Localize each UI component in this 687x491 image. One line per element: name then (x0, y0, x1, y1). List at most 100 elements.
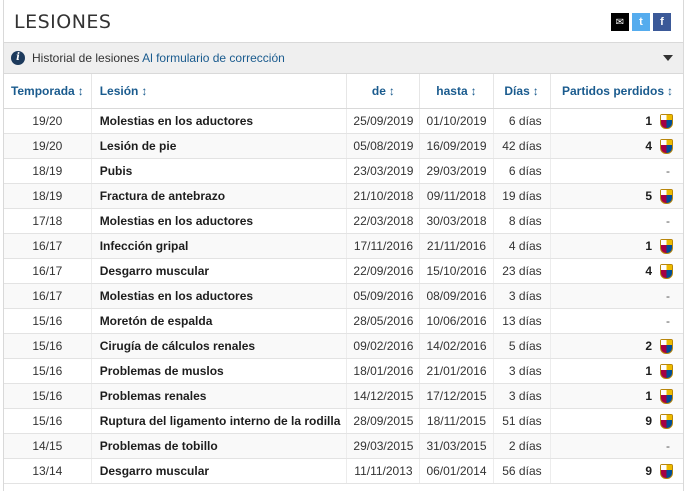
until-date-cell: 16/09/2019 (419, 133, 494, 159)
column-header-until[interactable]: hasta ↕ (419, 74, 494, 109)
games-missed-count: 4 (645, 139, 652, 153)
table-row: 15/16 Moretón de espalda 28/05/2016 10/06/2… (4, 308, 683, 334)
from-date-cell: 11/11/2013 (346, 458, 421, 484)
days-cell: 2 días (493, 433, 551, 459)
table-row: 16/17 Infección gripal 17/11/2016 21/11/201… (4, 233, 683, 259)
games-missed-count: 9 (645, 464, 652, 478)
until-date-cell: 15/10/2016 (419, 258, 494, 284)
days-cell: 4 días (493, 233, 551, 259)
table-row: 13/14 Desgarro muscular 11/11/2013 06/01/20… (4, 458, 683, 484)
from-date-cell: 17/11/2016 (346, 233, 421, 259)
games-missed-cell: - (550, 158, 683, 184)
from-date-cell: 05/09/2016 (346, 283, 421, 309)
from-date-cell: 28/09/2015 (346, 408, 421, 434)
column-header-games-missed[interactable]: Partidos perdidos ↕ (550, 74, 683, 109)
club-crest-icon[interactable] (660, 138, 673, 154)
games-missed-cell: 2 (550, 333, 683, 359)
games-missed-count: 1 (645, 239, 652, 253)
collapse-caret-icon[interactable] (663, 55, 673, 61)
from-date-cell: 28/05/2016 (346, 308, 421, 334)
injury-cell: Ruptura del ligamento interno de la rodi… (91, 408, 348, 434)
club-crest-icon[interactable] (660, 388, 673, 404)
from-date-cell: 18/01/2016 (346, 358, 421, 384)
until-date-cell: 30/03/2018 (419, 208, 494, 234)
mail-share-icon[interactable]: ✉ (611, 13, 629, 31)
injury-cell: Desgarro muscular (91, 458, 348, 484)
club-crest-icon[interactable] (660, 263, 673, 279)
panel-header: LESIONES ✉ t f (4, 0, 683, 43)
club-crest-icon[interactable] (660, 463, 673, 479)
sort-icon: ↕ (532, 84, 539, 98)
season-cell: 16/17 (4, 258, 92, 284)
info-label: Historial de lesiones (32, 51, 140, 65)
until-date-cell: 14/02/2016 (419, 333, 494, 359)
table-row: 16/17 Molestias en los aductores 05/09/201… (4, 283, 683, 309)
sort-icon: ↕ (77, 84, 84, 98)
club-crest-icon[interactable] (660, 238, 673, 254)
injury-cell: Molestias en los aductores (91, 208, 348, 234)
sort-icon: ↕ (388, 84, 395, 98)
sort-icon: ↕ (470, 84, 477, 98)
info-bar: i Historial de lesiones Al formulario de… (4, 43, 683, 74)
injury-cell: Desgarro muscular (91, 258, 348, 284)
club-crest-icon[interactable] (660, 363, 673, 379)
games-missed-cell: 1 (550, 383, 683, 409)
games-missed-count: 9 (645, 414, 652, 428)
club-crest-icon[interactable] (660, 113, 673, 129)
games-missed-cell: 1 (550, 108, 683, 134)
club-crest-icon[interactable] (660, 338, 673, 354)
until-date-cell: 21/11/2016 (419, 233, 494, 259)
days-cell: 3 días (493, 283, 551, 309)
from-date-cell: 05/08/2019 (346, 133, 421, 159)
table-row: 15/16 Problemas renales 14/12/2015 17/12/20… (4, 383, 683, 409)
sort-icon: ↕ (667, 84, 673, 98)
games-missed-count: 4 (645, 264, 652, 278)
season-cell: 15/16 (4, 333, 92, 359)
injury-table: Temporada ↕ Lesión ↕ de ↕ hasta ↕ Días ↕ Part… (4, 74, 683, 484)
season-cell: 18/19 (4, 158, 92, 184)
games-missed-cell: 4 (550, 133, 683, 159)
from-date-cell: 29/03/2015 (346, 433, 421, 459)
twitter-share-icon[interactable]: t (632, 13, 650, 31)
days-cell: 51 días (493, 408, 551, 434)
games-missed-cell: - (550, 308, 683, 334)
table-row: 18/19 Fractura de antebrazo 21/10/2018 09/1… (4, 183, 683, 209)
games-missed-count: - (666, 314, 670, 328)
injury-cell: Molestias en los aductores (91, 283, 348, 309)
share-buttons: ✉ t f (611, 13, 671, 31)
table-row: 15/16 Problemas de muslos 18/01/2016 21/01/… (4, 358, 683, 384)
column-header-injury[interactable]: Lesión ↕ (91, 74, 348, 109)
page-title: LESIONES (14, 11, 112, 33)
correction-form-link[interactable]: Al formulario de corrección (142, 51, 285, 65)
club-crest-icon[interactable] (660, 413, 673, 429)
column-header-from[interactable]: de ↕ (346, 74, 421, 109)
days-cell: 5 días (493, 333, 551, 359)
table-row: 16/17 Desgarro muscular 22/09/2016 15/10/20… (4, 258, 683, 284)
injury-cell: Molestias en los aductores (91, 108, 348, 134)
injury-cell: Moretón de espalda (91, 308, 348, 334)
from-date-cell: 09/02/2016 (346, 333, 421, 359)
info-icon: i (11, 51, 25, 65)
days-cell: 42 días (493, 133, 551, 159)
games-missed-cell: - (550, 208, 683, 234)
facebook-share-icon[interactable]: f (653, 13, 671, 31)
sort-icon: ↕ (141, 84, 148, 98)
column-header-days[interactable]: Días ↕ (493, 74, 551, 109)
season-cell: 15/16 (4, 308, 92, 334)
games-missed-count: 2 (645, 339, 652, 353)
injury-cell: Problemas renales (91, 383, 348, 409)
until-date-cell: 21/01/2016 (419, 358, 494, 384)
games-missed-count: 5 (645, 189, 652, 203)
days-cell: 19 días (493, 183, 551, 209)
table-row: 15/16 Cirugía de cálculos renales 09/02/20… (4, 333, 683, 359)
table-row: 17/18 Molestias en los aductores 22/03/201… (4, 208, 683, 234)
games-missed-cell: - (550, 283, 683, 309)
column-header-season[interactable]: Temporada ↕ (4, 74, 92, 109)
days-cell: 8 días (493, 208, 551, 234)
games-missed-count: - (666, 439, 670, 453)
club-crest-icon[interactable] (660, 188, 673, 204)
until-date-cell: 01/10/2019 (419, 108, 494, 134)
games-missed-count: 1 (645, 364, 652, 378)
days-cell: 56 días (493, 458, 551, 484)
injury-history-panel: LESIONES ✉ t f i Historial de lesiones A… (3, 0, 684, 491)
